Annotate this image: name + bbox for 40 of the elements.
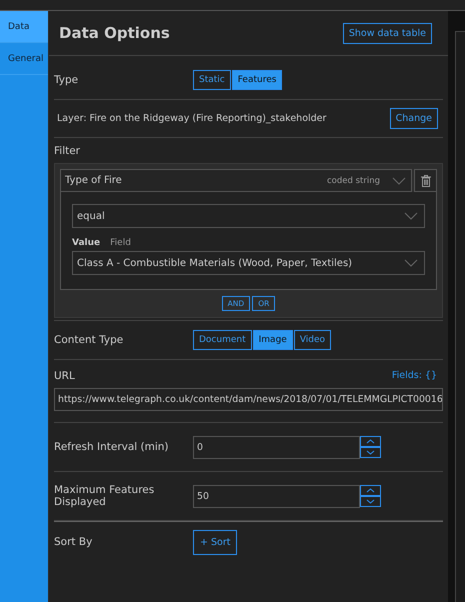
spin-up-button[interactable] [360,436,381,446]
sidebar-tab[interactable]: Data [0,11,48,43]
filter-label: Filter [54,145,82,157]
spin-down-button[interactable] [360,446,381,458]
segment-button[interactable]: Features [232,70,282,90]
max-features-label: Maximum Features Displayed [54,484,156,508]
layer-label: Layer: Fire on the Ridgeway (Fire Reporting)_stakeholder [57,113,326,124]
chevron-up-icon [366,438,375,444]
segment-button[interactable]: Image [252,330,293,350]
caret-icon [404,212,418,220]
content-type-label: Content Type [54,334,124,346]
spin-up-button[interactable] [360,484,381,496]
caret-icon [404,259,418,267]
caret-icon [392,176,406,184]
chevron-down-icon [366,450,375,454]
type-label: Type [54,74,80,86]
refresh-label: Refresh Interval (min) [54,441,170,453]
sort-label: Sort By [54,536,94,548]
url-field[interactable]: https://www.telegraph.co.uk/content/dam/news/2018/07/01/TELEMMGLPICT00016 [54,388,443,411]
url-label: URL [54,370,76,382]
segment-button[interactable]: Static [193,70,231,90]
chevron-up-icon [366,488,375,492]
max-features-field[interactable]: 50 [193,484,360,508]
panel-title: Data Options [59,24,170,42]
refresh-field[interactable]: 0 [193,436,360,458]
segment-button[interactable]: Document [193,330,252,350]
spin-down-button[interactable] [360,496,381,506]
segment-button[interactable]: Video [294,330,332,350]
value-tab[interactable]: Field [110,238,131,248]
change-button[interactable]: Change [390,108,438,129]
chevron-down-icon [366,498,375,504]
field-select[interactable]: Type of Fire coded string [60,169,412,192]
trash-icon [420,174,430,186]
fields-link[interactable]: Fields: {} [392,370,437,382]
sort-button[interactable]: + Sort [193,530,238,554]
show-table-button[interactable]: Show data table [342,22,432,44]
operator-select[interactable]: equal [72,204,425,228]
value-select[interactable]: Class A - Combustible Materials (Wood, Paper, Textiles) [72,251,425,275]
delete-button[interactable] [414,169,437,192]
value-tab[interactable]: Value [72,238,100,248]
